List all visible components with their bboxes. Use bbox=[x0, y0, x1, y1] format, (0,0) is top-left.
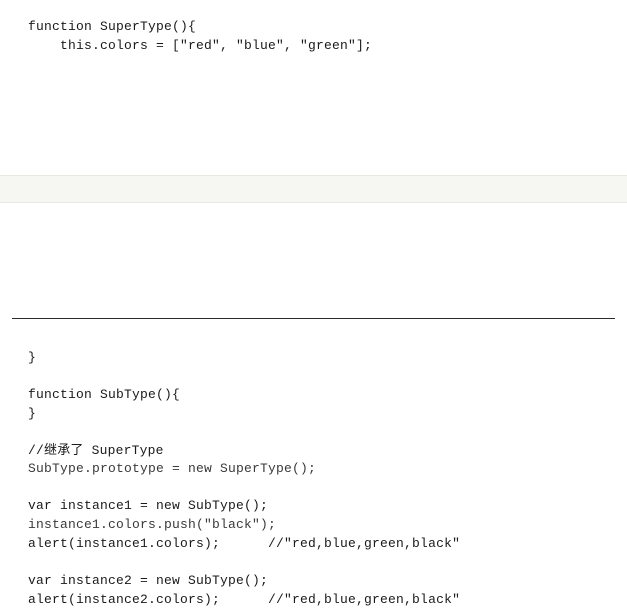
blank-line bbox=[28, 368, 627, 386]
code-line: SubType.prototype = new SuperType(); bbox=[28, 460, 627, 479]
code-line: } bbox=[28, 405, 627, 424]
code-line: function SuperType(){ bbox=[28, 18, 627, 37]
code-line: //继承了 SuperType bbox=[28, 442, 627, 461]
code-line: var instance2 = new SubType(); bbox=[28, 572, 627, 591]
code-block-bottom: } function SubType(){ } //继承了 SuperType … bbox=[0, 319, 627, 609]
code-line: } bbox=[28, 349, 627, 368]
code-line: function SubType(){ bbox=[28, 386, 627, 405]
code-line: var instance1 = new SubType(); bbox=[28, 497, 627, 516]
code-line: alert(instance1.colors); //"red,blue,gre… bbox=[28, 535, 627, 554]
code-line: instance1.colors.push("black"); bbox=[28, 516, 627, 535]
blank-line bbox=[28, 424, 627, 442]
code-line: alert(instance2.colors); //"red,blue,gre… bbox=[28, 591, 627, 609]
blank-line bbox=[28, 554, 627, 572]
blank-line bbox=[28, 479, 627, 497]
page-gap bbox=[0, 203, 627, 318]
page-divider-band bbox=[0, 175, 627, 203]
code-line: this.colors = ["red", "blue", "green"]; bbox=[28, 37, 627, 56]
code-block-top: function SuperType(){ this.colors = ["re… bbox=[0, 0, 627, 175]
